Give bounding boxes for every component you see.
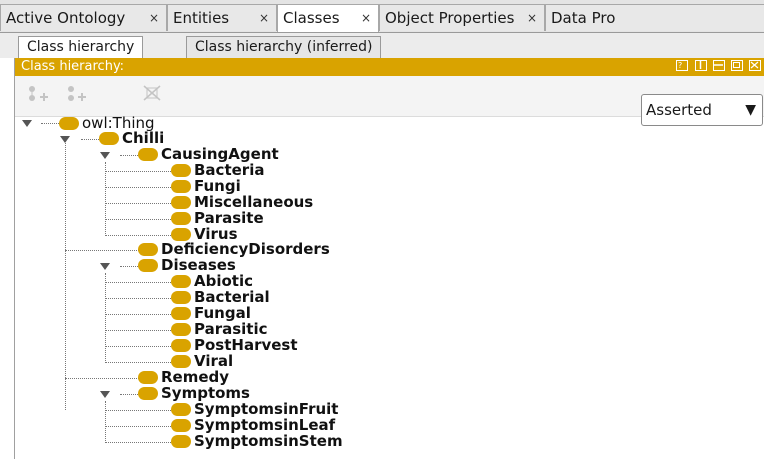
tab-label: Entities <box>173 9 230 27</box>
tree-connector <box>65 378 139 379</box>
tree-connector <box>105 219 171 220</box>
class-icon <box>171 196 191 209</box>
tree-connector <box>105 203 171 204</box>
class-icon <box>138 259 158 272</box>
tree-connector <box>105 401 106 443</box>
expand-toggle-icon[interactable] <box>22 120 32 127</box>
tree-connector <box>105 346 171 347</box>
delete-class-button[interactable] <box>137 83 167 109</box>
tree-connector <box>120 266 138 267</box>
tab-label: Data Pro <box>551 9 616 27</box>
class-icon <box>171 212 191 225</box>
class-icon <box>138 387 158 400</box>
tree-connector <box>105 162 106 236</box>
tree-connector <box>120 394 138 395</box>
tab-active-ontology[interactable]: Active Ontology × <box>0 4 167 31</box>
tree-connector <box>65 250 139 251</box>
tree-connector <box>105 410 171 411</box>
class-icon <box>171 307 191 320</box>
hierarchy-toolbar: Asserted ▼ <box>15 76 764 126</box>
close-tab-icon[interactable]: × <box>361 5 371 32</box>
class-icon <box>171 419 191 432</box>
close-tab-icon[interactable]: × <box>259 5 269 31</box>
add-sibling-icon <box>68 86 86 101</box>
tree-connector <box>105 314 171 315</box>
tree-connector <box>105 282 171 283</box>
class-icon <box>171 291 191 304</box>
tree-connector <box>105 171 171 172</box>
tree-connector <box>105 426 171 427</box>
tree-connector <box>105 187 171 188</box>
class-icon <box>138 243 158 256</box>
tree-connector <box>105 235 171 236</box>
tree-connector <box>105 298 171 299</box>
class-icon <box>171 180 191 193</box>
tree-connector <box>105 330 171 331</box>
class-icon <box>171 164 191 177</box>
tab-object-properties[interactable]: Object Properties × <box>379 4 545 31</box>
svg-text:?: ? <box>678 61 682 69</box>
panel-header: Class hierarchy: ? <box>15 58 764 76</box>
class-icon <box>99 132 119 145</box>
class-icon <box>171 339 191 352</box>
tree-connector <box>65 136 66 410</box>
tree-connector <box>120 155 138 156</box>
delete-class-icon <box>143 85 161 101</box>
tab-label: Object Properties <box>385 9 515 27</box>
class-label: Chilli <box>122 129 165 147</box>
expand-toggle-icon[interactable] <box>100 263 110 270</box>
close-icon[interactable] <box>749 60 761 71</box>
class-icon <box>171 355 191 368</box>
tree-connector <box>105 442 171 443</box>
add-subclass-button[interactable] <box>23 83 53 109</box>
panel-title: Class hierarchy: <box>21 59 125 74</box>
class-icon <box>138 371 158 384</box>
class-icon <box>171 323 191 336</box>
help-icon[interactable]: ? <box>676 60 689 71</box>
class-icon <box>171 275 191 288</box>
add-sibling-button[interactable] <box>61 83 91 109</box>
add-subclass-icon <box>29 86 48 101</box>
class-icon <box>171 435 191 448</box>
class-icon <box>138 148 158 161</box>
main-tab-bar: Active Ontology × Entities × Classes × O… <box>0 0 764 33</box>
expand-toggle-icon[interactable] <box>100 152 110 159</box>
subtab-class-hierarchy[interactable]: Class hierarchy <box>18 36 144 58</box>
view-tab-bar: Class hierarchy Class hierarchy (inferre… <box>0 33 764 58</box>
expand-toggle-icon[interactable] <box>60 136 70 143</box>
subtab-class-hierarchy-inferred[interactable]: Class hierarchy (inferred) <box>186 36 382 58</box>
split-vertical-icon[interactable] <box>712 60 725 71</box>
class-icon <box>59 117 79 130</box>
close-tab-icon[interactable]: × <box>149 5 159 31</box>
tree-connector <box>105 362 171 363</box>
class-icon <box>171 403 191 416</box>
tab-classes[interactable]: Classes × <box>277 4 379 32</box>
tab-label: Classes <box>283 9 340 27</box>
tree-connector <box>81 139 99 140</box>
panel-header-icons: ? <box>674 60 761 74</box>
class-label: SymptomsinStem <box>194 432 343 450</box>
tab-label: Active Ontology <box>6 9 126 27</box>
expand-toggle-icon[interactable] <box>100 391 110 398</box>
split-horizontal-icon[interactable] <box>694 60 707 71</box>
tab-data-properties[interactable]: Data Pro <box>545 4 764 31</box>
close-tab-icon[interactable]: × <box>527 5 537 31</box>
tree-connector <box>105 273 106 363</box>
class-tree: owl:Thing Chilli CausingAgent Bacteria F… <box>14 115 764 459</box>
tree-connector <box>41 123 59 124</box>
maximize-icon[interactable] <box>730 60 743 71</box>
tab-entities[interactable]: Entities × <box>167 4 277 31</box>
